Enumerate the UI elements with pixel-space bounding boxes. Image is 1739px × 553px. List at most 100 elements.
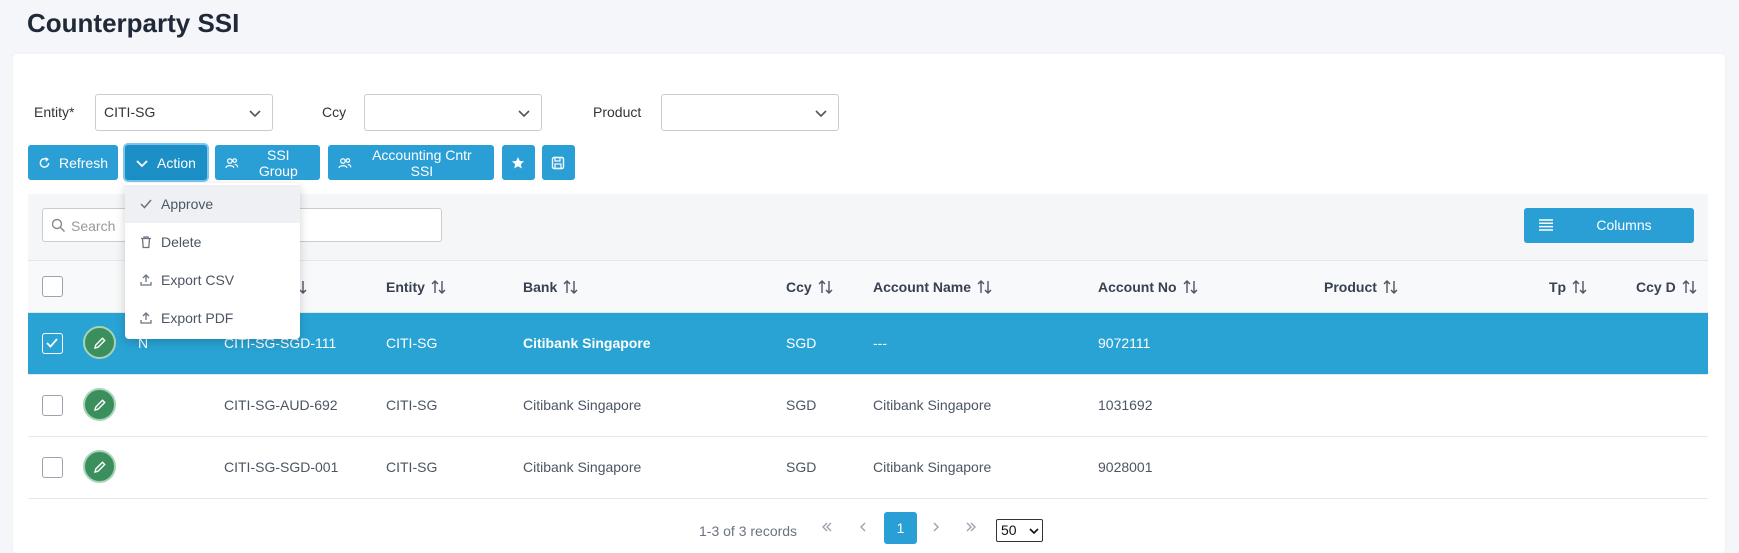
pagination-summary: 1-3 of 3 records <box>699 523 798 539</box>
users-icon <box>338 157 352 168</box>
column-header-entity[interactable]: Entity <box>386 279 447 295</box>
column-header-ccy[interactable]: Ccy <box>786 279 834 295</box>
edit-button[interactable] <box>83 450 116 483</box>
column-header-product[interactable]: Product <box>1324 279 1399 295</box>
refresh-button[interactable]: Refresh <box>28 145 118 180</box>
row-checkbox[interactable] <box>42 395 63 416</box>
action-button[interactable]: Action <box>125 145 207 180</box>
column-header-bank[interactable]: Bank <box>523 279 579 295</box>
entity-label: Entity* <box>34 104 75 120</box>
bank-cell: Citibank Singapore <box>523 335 651 351</box>
chevron-down-icon <box>1029 528 1039 535</box>
sort-icon <box>1572 280 1587 294</box>
sort-icon <box>563 280 578 294</box>
account-no-cell: 9028001 <box>1098 459 1153 475</box>
column-header-label: Ccy <box>786 279 812 295</box>
account-no-cell: 1031692 <box>1098 397 1153 413</box>
table-row[interactable]: CITI-SG-AUD-692 CITI-SG Citibank Singapo… <box>28 375 1708 437</box>
pencil-icon <box>94 399 106 411</box>
ccy-cell: SGD <box>786 335 817 351</box>
upload-icon <box>140 312 152 324</box>
first-page-icon[interactable] <box>820 520 834 534</box>
last-page-icon[interactable] <box>964 520 978 534</box>
table-row[interactable]: CITI-SG-SGD-001 CITI-SG Citibank Singapo… <box>28 437 1708 499</box>
page-size-value: 50 <box>1001 522 1017 538</box>
select-all-checkbox[interactable] <box>42 276 63 297</box>
search-icon <box>51 218 65 232</box>
upload-icon <box>140 274 152 286</box>
edit-button[interactable] <box>83 388 116 421</box>
chevron-down-icon <box>249 110 261 118</box>
bank-cell: Citibank Singapore <box>523 459 642 475</box>
entity-select[interactable]: CITI-SG <box>95 94 273 131</box>
column-header-label: Ccy D <box>1636 279 1676 295</box>
sort-icon <box>1183 280 1198 294</box>
row-checkbox[interactable] <box>42 333 63 354</box>
page-button[interactable]: 1 <box>884 512 917 544</box>
pencil-icon <box>94 461 106 473</box>
ccy-cell: SGD <box>786 397 817 413</box>
account-name-cell: Citibank Singapore <box>873 397 992 413</box>
menu-item-export-pdf[interactable]: Export PDF <box>125 299 300 337</box>
product-select[interactable] <box>661 94 839 131</box>
next-page-icon[interactable] <box>929 520 943 534</box>
column-header-label: Account No <box>1098 279 1177 295</box>
page-title: Counterparty SSI <box>27 8 240 38</box>
check-icon <box>140 199 152 209</box>
sort-icon <box>818 280 833 294</box>
row-checkbox[interactable] <box>42 457 63 478</box>
column-header-label: Tp <box>1549 279 1567 295</box>
search-placeholder: Search <box>71 218 116 234</box>
ccy-select[interactable] <box>364 94 542 131</box>
sort-icon <box>299 281 307 294</box>
ccy-cell: SGD <box>786 459 817 475</box>
refresh-label: Refresh <box>58 154 108 171</box>
chevron-down-icon <box>518 110 530 118</box>
page-size-select[interactable]: 50 <box>996 519 1043 542</box>
column-header-account-name[interactable]: Account Name <box>873 279 993 295</box>
favorite-button[interactable] <box>502 145 535 180</box>
sort-icon <box>1682 280 1697 294</box>
column-header-label: Entity <box>386 279 425 295</box>
column-header-tp[interactable]: Tp <box>1549 279 1588 295</box>
account-no-cell: 9072111 <box>1098 335 1151 351</box>
ssi-group-button[interactable]: SSI Group <box>215 145 320 180</box>
entity-cell: CITI-SG <box>386 397 438 413</box>
menu-item-delete[interactable]: Delete <box>125 223 300 261</box>
accounting-cntr-ssi-button[interactable]: Accounting Cntr SSI <box>328 145 494 180</box>
menu-item-label: Export CSV <box>161 272 235 288</box>
prev-page-icon[interactable] <box>856 520 870 534</box>
bank-cell: Citibank Singapore <box>523 397 642 413</box>
accounting-cntr-ssi-label: Accounting Cntr SSI <box>372 146 472 179</box>
pencil-icon <box>94 337 106 349</box>
check-icon <box>46 338 58 348</box>
entity-cell: CITI-SG <box>386 459 438 475</box>
chevron-down-icon <box>136 159 148 167</box>
refresh-icon <box>39 156 50 168</box>
sort-icon <box>431 280 446 294</box>
product-label: Product <box>593 104 642 120</box>
column-header-label: Product <box>1324 279 1377 295</box>
chevron-down-icon <box>815 110 827 118</box>
menu-item-approve[interactable]: Approve <box>125 185 300 223</box>
account-name-cell: Citibank Singapore <box>873 459 992 475</box>
star-icon <box>512 156 524 168</box>
edit-button[interactable] <box>83 326 116 359</box>
column-header[interactable] <box>298 279 314 295</box>
menu-item-label: Approve <box>161 196 214 212</box>
sort-icon <box>1383 280 1398 294</box>
menu-item-label: Export PDF <box>161 310 234 326</box>
floppy-disk-icon <box>551 156 565 169</box>
trash-icon <box>141 236 151 249</box>
columns-button[interactable]: Columns <box>1524 208 1694 243</box>
save-button[interactable] <box>542 145 575 180</box>
column-header-ccy-d[interactable]: Ccy D <box>1636 279 1698 295</box>
account-name-cell: --- <box>873 335 887 351</box>
column-header-label: Account Name <box>873 279 972 295</box>
ssi-code-cell: CITI-SG-SGD-001 <box>224 459 339 475</box>
menu-item-export-csv[interactable]: Export CSV <box>125 261 300 299</box>
ssi-code-cell: CITI-SG-AUD-692 <box>224 397 338 413</box>
ccy-label: Ccy <box>322 104 347 120</box>
columns-label: Columns <box>1596 217 1652 233</box>
column-header-account-no[interactable]: Account No <box>1098 279 1199 295</box>
